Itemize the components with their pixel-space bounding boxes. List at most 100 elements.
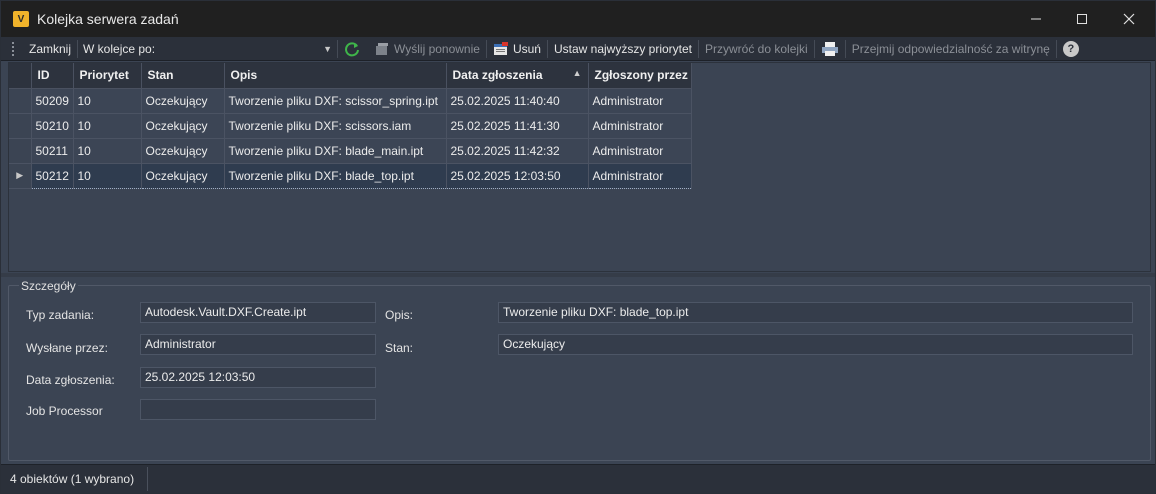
column-header-submitted-date-label: Data zgłoszenia bbox=[452, 68, 543, 83]
toolbar-separator bbox=[546, 39, 548, 58]
toolbar-separator bbox=[1055, 39, 1057, 58]
current-row-indicator-icon[interactable]: ▶ bbox=[9, 163, 32, 189]
toolbar-separator bbox=[698, 39, 700, 58]
resend-button[interactable]: Wyślij ponownie bbox=[369, 38, 485, 60]
resend-label: Wyślij ponownie bbox=[394, 41, 480, 56]
close-window-button[interactable] bbox=[1106, 1, 1152, 37]
sort-ascending-icon: ▲ bbox=[572, 68, 582, 79]
cell-priority: 10 bbox=[73, 138, 142, 164]
refresh-icon bbox=[345, 41, 360, 56]
details-group: Szczegóły Typ zadania: Autodesk.Vault.DX… bbox=[8, 279, 1151, 461]
grid-header-row: ID Priorytet Stan Opis Data zgłoszenia ▲ … bbox=[9, 63, 692, 89]
minimize-icon bbox=[1031, 18, 1041, 20]
close-button[interactable]: Zamknij bbox=[24, 38, 76, 60]
close-icon bbox=[1123, 13, 1135, 25]
cell-submitted-by: Administrator bbox=[588, 162, 692, 189]
row-indicator-header bbox=[9, 63, 32, 89]
cell-id: 50210 bbox=[31, 113, 74, 139]
job-processor-label: Job Processor bbox=[26, 404, 103, 418]
description-label: Opis: bbox=[385, 308, 414, 322]
resend-icon bbox=[376, 42, 389, 55]
column-header-description[interactable]: Opis bbox=[224, 63, 447, 89]
cell-description: Tworzenie pliku DXF: scissor_spring.ipt bbox=[224, 88, 447, 114]
toolbar-grip[interactable] bbox=[12, 41, 16, 56]
cell-id: 50212 bbox=[31, 162, 74, 189]
cell-submitted-by: Administrator bbox=[588, 138, 692, 164]
row-indicator[interactable] bbox=[9, 113, 32, 139]
job-processor-field[interactable] bbox=[140, 399, 376, 420]
job-queue-grid[interactable]: ID Priorytet Stan Opis Data zgłoszenia ▲ … bbox=[8, 62, 1151, 272]
cell-submitted-by: Administrator bbox=[588, 88, 692, 114]
toolbar-separator bbox=[337, 39, 339, 58]
cell-status: Oczekujący bbox=[141, 88, 225, 114]
cell-date: 25.02.2025 11:41:30 bbox=[446, 113, 589, 139]
status-label: Stan: bbox=[385, 341, 414, 355]
cell-priority: 10 bbox=[73, 88, 142, 114]
cell-description: Tworzenie pliku DXF: scissors.iam bbox=[224, 113, 447, 139]
cell-submitted-by: Administrator bbox=[588, 113, 692, 139]
table-row[interactable]: 50211 10 Oczekujący Tworzenie pliku DXF:… bbox=[9, 138, 692, 164]
cell-priority: 10 bbox=[73, 113, 142, 139]
queue-filter-value: W kolejce po: bbox=[83, 41, 156, 56]
status-separator bbox=[147, 467, 148, 491]
cell-priority: 10 bbox=[73, 162, 142, 189]
set-highest-priority-button[interactable]: Ustaw najwyższy priorytet bbox=[549, 38, 697, 60]
table-row[interactable]: 50210 10 Oczekujący Tworzenie pliku DXF:… bbox=[9, 113, 692, 139]
delete-label: Usuń bbox=[512, 41, 541, 56]
delete-icon bbox=[493, 41, 508, 55]
help-button[interactable]: ? bbox=[1058, 38, 1084, 60]
window-title: Kolejka serwera zadań bbox=[37, 11, 179, 27]
maximize-button[interactable] bbox=[1059, 1, 1105, 37]
status-field[interactable]: Oczekujący bbox=[498, 334, 1133, 355]
cell-status: Oczekujący bbox=[141, 138, 225, 164]
chevron-down-icon: ▼ bbox=[323, 43, 333, 54]
delete-button[interactable]: Usuń bbox=[488, 38, 546, 60]
toolbar-separator bbox=[77, 39, 79, 58]
maximize-icon bbox=[1077, 14, 1087, 24]
take-ownership-button[interactable]: Przejmij odpowiedzialność za witrynę bbox=[847, 38, 1055, 60]
toolbar-separator bbox=[844, 39, 846, 58]
column-header-status[interactable]: Stan bbox=[141, 63, 225, 89]
cell-date: 25.02.2025 12:03:50 bbox=[446, 162, 589, 189]
column-header-priority[interactable]: Priorytet bbox=[73, 63, 142, 89]
table-row[interactable]: 50209 10 Oczekujący Tworzenie pliku DXF:… bbox=[9, 88, 692, 114]
cell-id: 50209 bbox=[31, 88, 74, 114]
submitted-date-label: Data zgłoszenia: bbox=[26, 373, 115, 387]
cell-date: 25.02.2025 11:42:32 bbox=[446, 138, 589, 164]
printer-icon bbox=[821, 41, 838, 56]
vault-app-icon: V bbox=[13, 11, 29, 27]
row-indicator[interactable] bbox=[9, 138, 32, 164]
submitted-date-field[interactable]: 25.02.2025 12:03:50 bbox=[140, 367, 376, 388]
restore-to-queue-button[interactable]: Przywróć do kolejki bbox=[700, 38, 813, 60]
sent-by-field[interactable]: Administrator bbox=[140, 334, 376, 355]
title-bar[interactable]: V Kolejka serwera zadań bbox=[1, 1, 1155, 37]
cell-id: 50211 bbox=[31, 138, 74, 164]
row-indicator[interactable] bbox=[9, 88, 32, 114]
toolbar: Zamknij W kolejce po: ▼ Wyślij ponownie bbox=[1, 37, 1155, 61]
toolbar-separator bbox=[485, 39, 487, 58]
description-field[interactable]: Tworzenie pliku DXF: blade_top.ipt bbox=[498, 302, 1133, 323]
column-header-id[interactable]: ID bbox=[31, 63, 74, 89]
status-bar: 4 obiektów (1 wybrano) bbox=[1, 464, 1155, 493]
help-icon: ? bbox=[1062, 40, 1079, 57]
cell-status: Oczekujący bbox=[141, 113, 225, 139]
details-title: Szczegóły bbox=[19, 279, 78, 293]
cell-date: 25.02.2025 11:40:40 bbox=[446, 88, 589, 114]
status-item-count: 4 obiektów (1 wybrano) bbox=[10, 472, 135, 486]
print-button[interactable] bbox=[816, 38, 844, 60]
toolbar-separator bbox=[813, 39, 815, 58]
cell-description: Tworzenie pliku DXF: blade_top.ipt bbox=[224, 162, 447, 189]
refresh-button[interactable] bbox=[339, 38, 369, 60]
sent-by-label: Wysłane przez: bbox=[26, 341, 108, 355]
column-header-submitted-by[interactable]: Zgłoszony przez bbox=[588, 63, 692, 89]
job-queue-window: V Kolejka serwera zadań Zamknij W kolejc… bbox=[0, 0, 1156, 494]
table-row-selected[interactable]: ▶ 50212 10 Oczekujący Tworzenie pliku DX… bbox=[9, 162, 692, 189]
column-header-submitted-date[interactable]: Data zgłoszenia ▲ bbox=[446, 63, 589, 89]
cell-status: Oczekujący bbox=[141, 162, 225, 189]
cell-description: Tworzenie pliku DXF: blade_main.ipt bbox=[224, 138, 447, 164]
queue-filter-dropdown[interactable]: W kolejce po: ▼ bbox=[79, 39, 336, 59]
minimize-button[interactable] bbox=[1013, 1, 1059, 37]
job-type-label: Typ zadania: bbox=[26, 308, 95, 322]
job-type-field[interactable]: Autodesk.Vault.DXF.Create.ipt bbox=[140, 302, 376, 323]
panel-splitter[interactable] bbox=[1, 273, 1155, 277]
